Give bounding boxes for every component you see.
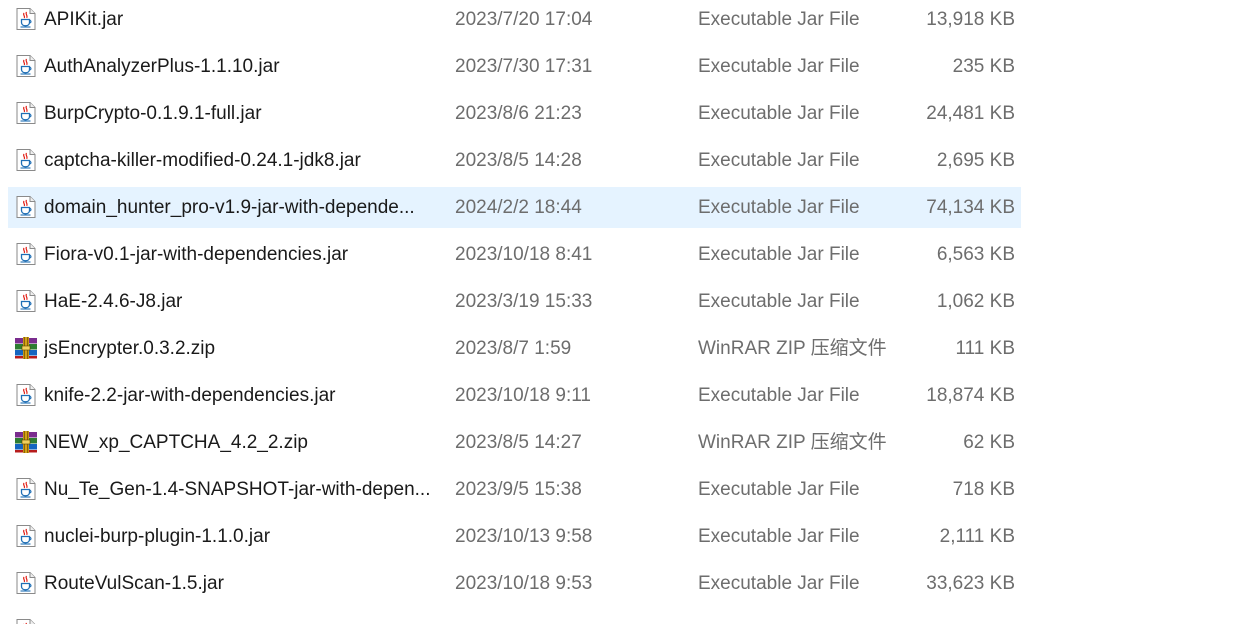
file-type: Executable Jar File (698, 479, 860, 500)
file-row[interactable]: nuclei-burp-plugin-1.1.0.jar 2023/10/13 … (0, 513, 1234, 560)
jar-file-icon (14, 571, 38, 595)
file-size: 2,111 KB (939, 526, 1015, 547)
file-name: domain_hunter_pro-v1.9-jar-with-depende.… (44, 197, 415, 218)
file-size: 24,481 KB (926, 103, 1015, 124)
file-date-modified (455, 607, 675, 624)
jar-file-icon (14, 477, 38, 501)
jar-file-icon (14, 195, 38, 219)
file-size: 74,134 KB (926, 197, 1015, 218)
file-row[interactable]: AuthAnalyzerPlus-1.1.10.jar 2023/7/30 17… (0, 43, 1234, 90)
file-type: WinRAR ZIP 压缩文件 (698, 338, 887, 359)
file-type: Executable Jar File (698, 197, 860, 218)
file-type: WinRAR ZIP 压缩文件 (698, 432, 887, 453)
file-name: captcha-killer-modified-0.24.1-jdk8.jar (44, 150, 361, 171)
jar-file-icon (14, 289, 38, 313)
file-type: Executable Jar File (698, 291, 860, 312)
file-row[interactable]: NEW_xp_CAPTCHA_4.2_2.zip 2023/8/5 14:27 … (0, 419, 1234, 466)
file-date-modified: 2023/8/7 1:59 (455, 338, 572, 359)
file-type: Executable Jar File (698, 385, 860, 406)
file-name: HaE-2.4.6-J8.jar (44, 291, 183, 312)
jar-file-icon (14, 242, 38, 266)
file-size: 18,874 KB (926, 385, 1015, 406)
file-type: Executable Jar File (698, 150, 860, 171)
file-type: Executable Jar File (698, 573, 860, 594)
jar-file-icon (14, 618, 38, 624)
file-row[interactable]: knife-2.2-jar-with-dependencies.jar 2023… (0, 372, 1234, 419)
file-name: BurpCrypto-0.1.9.1-full.jar (44, 103, 262, 124)
file-row[interactable]: RouteVulScan-1.5.jar 2023/10/18 9:53 Exe… (0, 560, 1234, 607)
file-row[interactable]: jsEncrypter.0.3.2.zip 2023/8/7 1:59 WinR… (0, 325, 1234, 372)
file-list[interactable]: APIKit.jar 2023/7/20 17:04 Executable Ja… (0, 0, 1234, 624)
file-row[interactable]: domain_hunter_pro-v1.9-jar-with-depende.… (0, 184, 1234, 231)
file-row[interactable]: APIKit.jar 2023/7/20 17:04 Executable Ja… (0, 0, 1234, 43)
file-name (44, 607, 434, 624)
file-type (698, 607, 898, 624)
file-type: Executable Jar File (698, 244, 860, 265)
file-size: 718 KB (952, 479, 1015, 500)
file-date-modified: 2023/3/19 15:33 (455, 291, 593, 312)
file-date-modified: 2023/7/20 17:04 (455, 9, 593, 30)
file-name: knife-2.2-jar-with-dependencies.jar (44, 385, 336, 406)
file-size: 235 KB (952, 56, 1015, 77)
file-type: Executable Jar File (698, 526, 860, 547)
file-date-modified: 2023/10/18 9:53 (455, 573, 593, 594)
file-size: 2,695 KB (936, 150, 1015, 171)
file-date-modified: 2023/10/18 8:41 (455, 244, 593, 265)
file-date-modified: 2024/2/2 18:44 (455, 197, 582, 218)
file-type: Executable Jar File (698, 103, 860, 124)
file-date-modified: 2023/10/13 9:58 (455, 526, 593, 547)
file-row[interactable]: captcha-killer-modified-0.24.1-jdk8.jar … (0, 137, 1234, 184)
file-date-modified: 2023/8/5 14:28 (455, 150, 582, 171)
file-row[interactable] (0, 607, 1234, 624)
winrar-zip-icon (14, 430, 38, 454)
file-size: 6,563 KB (936, 244, 1015, 265)
file-date-modified: 2023/8/6 21:23 (455, 103, 582, 124)
file-size (900, 607, 1015, 624)
file-name: nuclei-burp-plugin-1.1.0.jar (44, 526, 271, 547)
file-size: 13,918 KB (926, 9, 1015, 30)
jar-file-icon (14, 54, 38, 78)
file-type: Executable Jar File (698, 9, 860, 30)
file-size: 111 KB (955, 338, 1015, 359)
file-row[interactable]: HaE-2.4.6-J8.jar 2023/3/19 15:33 Executa… (0, 278, 1234, 325)
file-name: NEW_xp_CAPTCHA_4.2_2.zip (44, 432, 308, 453)
jar-file-icon (14, 383, 38, 407)
file-date-modified: 2023/8/5 14:27 (455, 432, 582, 453)
file-size: 62 KB (963, 432, 1015, 453)
file-date-modified: 2023/9/5 15:38 (455, 479, 582, 500)
file-name: APIKit.jar (44, 9, 124, 30)
jar-file-icon (14, 101, 38, 125)
file-name: jsEncrypter.0.3.2.zip (44, 338, 216, 359)
file-row[interactable]: Fiora-v0.1-jar-with-dependencies.jar 202… (0, 231, 1234, 278)
file-date-modified: 2023/10/18 9:11 (455, 385, 591, 406)
file-date-modified: 2023/7/30 17:31 (455, 56, 593, 77)
file-name: AuthAnalyzerPlus-1.1.10.jar (44, 56, 280, 77)
jar-file-icon (14, 148, 38, 172)
file-name: Fiora-v0.1-jar-with-dependencies.jar (44, 244, 349, 265)
file-size: 33,623 KB (926, 573, 1015, 594)
winrar-zip-icon (14, 336, 38, 360)
jar-file-icon (14, 7, 38, 31)
file-row[interactable]: Nu_Te_Gen-1.4-SNAPSHOT-jar-with-depen...… (0, 466, 1234, 513)
file-type: Executable Jar File (698, 56, 860, 77)
file-size: 1,062 KB (936, 291, 1015, 312)
jar-file-icon (14, 524, 38, 548)
file-name: RouteVulScan-1.5.jar (44, 573, 224, 594)
file-row[interactable]: BurpCrypto-0.1.9.1-full.jar 2023/8/6 21:… (0, 90, 1234, 137)
file-name: Nu_Te_Gen-1.4-SNAPSHOT-jar-with-depen... (44, 479, 431, 500)
